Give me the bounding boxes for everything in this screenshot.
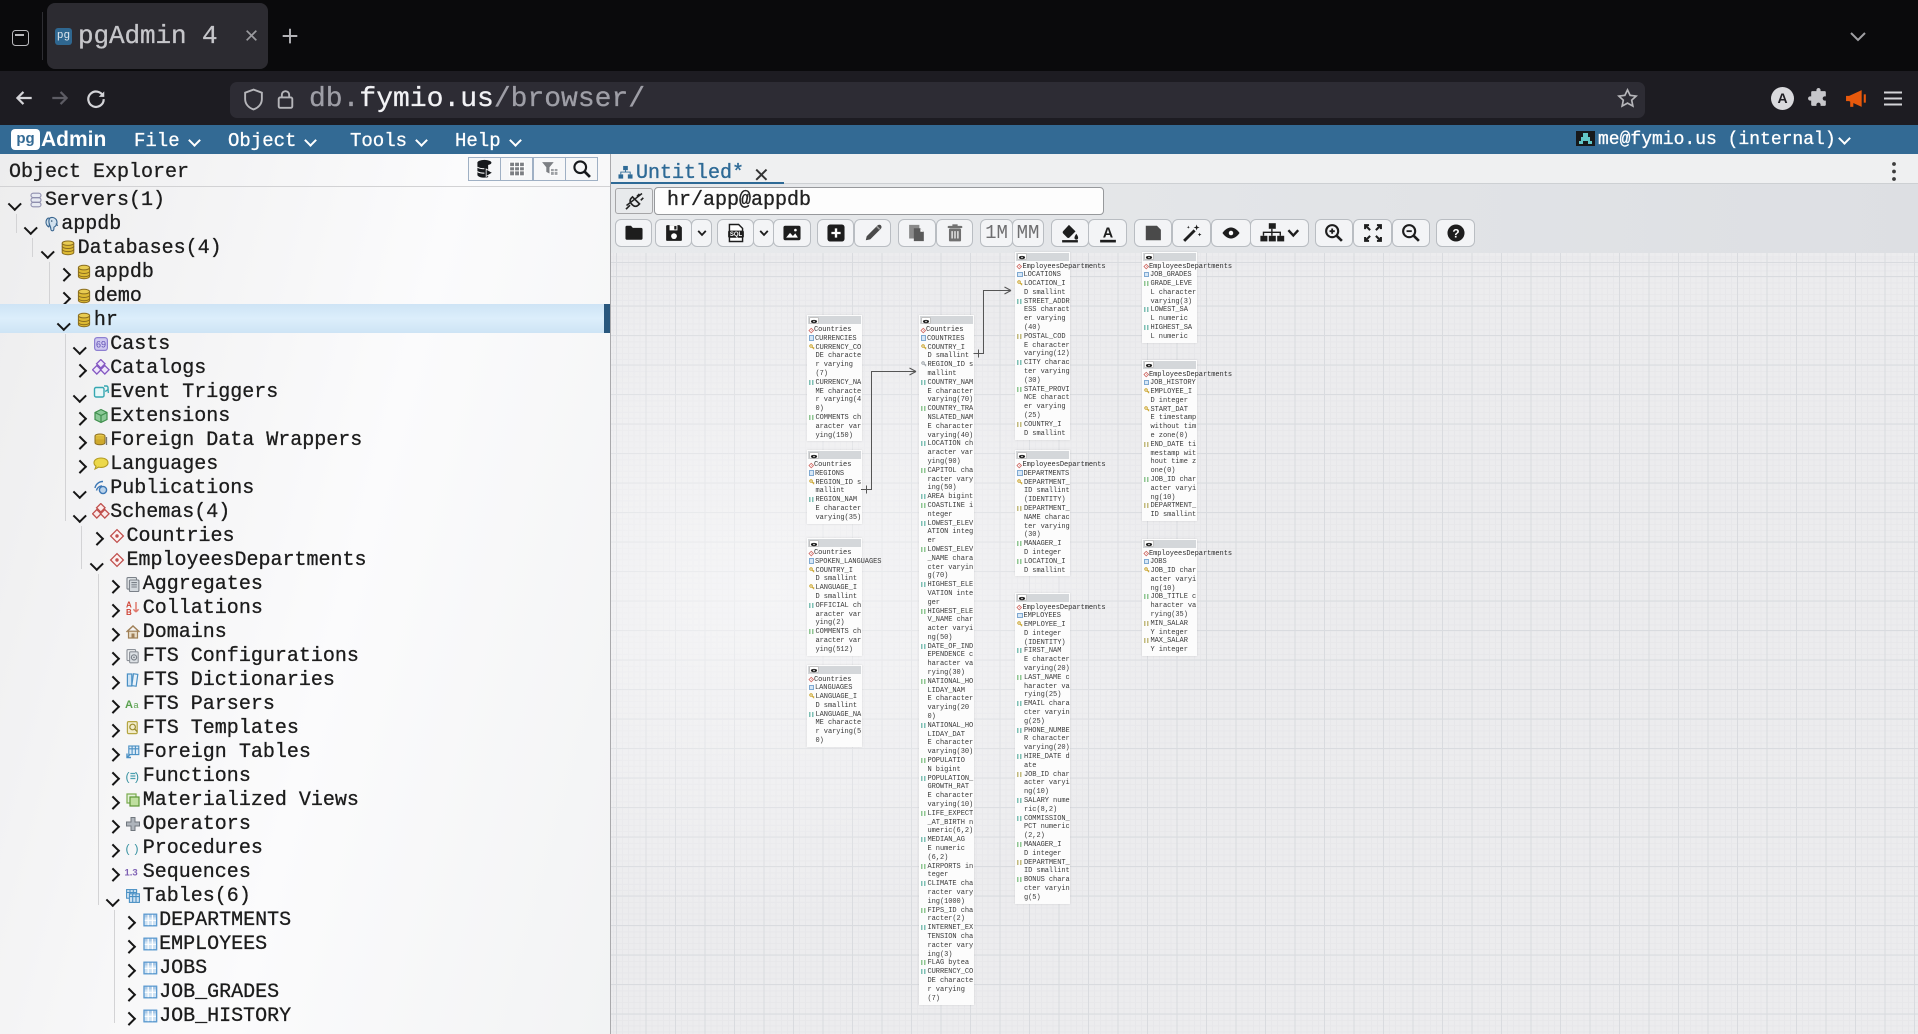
svg-text:B: B xyxy=(126,608,132,617)
svg-text:): ) xyxy=(135,770,139,784)
svg-text:(: ( xyxy=(126,842,130,856)
svg-text:(: ( xyxy=(126,770,130,784)
svg-text:a: a xyxy=(134,700,139,710)
svg-text:1.3: 1.3 xyxy=(125,868,138,879)
svg-text:): ) xyxy=(135,842,139,856)
svg-text:?: ? xyxy=(1452,226,1459,240)
svg-text:A: A xyxy=(1102,226,1113,242)
svg-text:SQL: SQL xyxy=(729,232,742,238)
svg-text:69: 69 xyxy=(96,339,106,349)
svg-text:A: A xyxy=(125,699,133,711)
